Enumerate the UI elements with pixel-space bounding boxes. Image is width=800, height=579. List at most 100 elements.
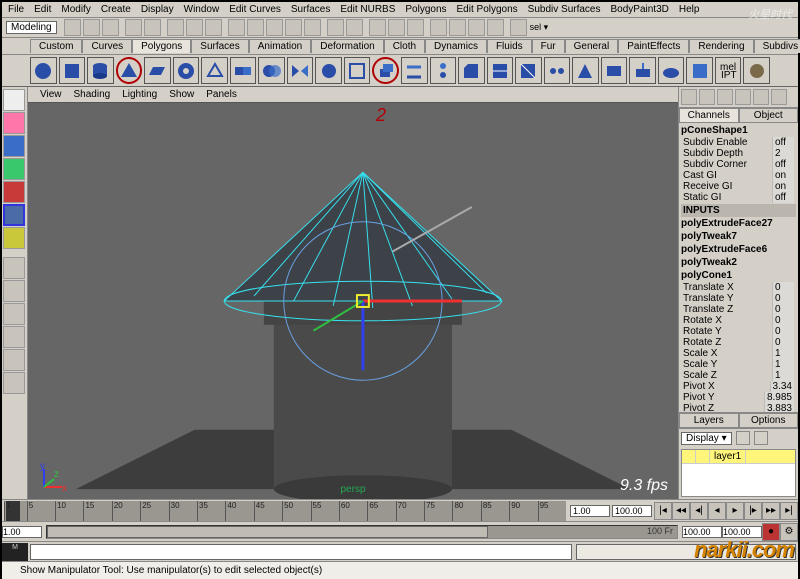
attr-subdiv-corner[interactable]: Subdiv Corner (683, 159, 747, 170)
poly-prism-icon[interactable] (201, 57, 228, 84)
two-v-pane-icon[interactable] (3, 303, 25, 325)
tab-object[interactable]: Object (739, 108, 799, 123)
shelf-tab-subdivs[interactable]: Subdivs (754, 39, 800, 53)
poly-cut-icon[interactable] (515, 57, 542, 84)
xf-ty[interactable]: Translate Y (683, 293, 734, 304)
range-out-start[interactable] (682, 526, 722, 538)
snap-grid-icon[interactable] (228, 19, 245, 36)
xf-sy[interactable]: Scale Y (683, 359, 717, 370)
snap-plane-icon[interactable] (285, 19, 302, 36)
menu-surfaces[interactable]: Surfaces (291, 4, 330, 15)
xf-px[interactable]: Pivot X (683, 381, 715, 392)
xf-sz[interactable]: Scale Z (683, 370, 717, 381)
range-min-field[interactable] (2, 526, 42, 538)
cb-icon-5[interactable] (753, 89, 769, 105)
select-comp-icon[interactable] (186, 19, 203, 36)
ipr-icon[interactable] (388, 19, 405, 36)
input-node-2[interactable]: polyExtrudeFace6 (681, 243, 796, 256)
history-on-icon[interactable] (327, 19, 344, 36)
lasso-tool-icon[interactable] (3, 112, 25, 134)
attr-cast-gi[interactable]: Cast GI (683, 170, 717, 181)
xf-ty-val[interactable]: 0 (772, 293, 794, 304)
layer-vis-toggle[interactable] (682, 450, 696, 463)
xf-pz[interactable]: Pivot Z (683, 403, 714, 412)
cb-icon-3[interactable] (717, 89, 733, 105)
menu-polygons[interactable]: Polygons (405, 4, 446, 15)
single-pane-icon[interactable] (3, 257, 25, 279)
poly-cube-icon[interactable] (59, 57, 86, 84)
snap-curve-icon[interactable] (247, 19, 264, 36)
xf-ry[interactable]: Rotate Y (683, 326, 722, 337)
tab-layers[interactable]: Layers (679, 413, 739, 428)
history-off-icon[interactable] (346, 19, 363, 36)
new-layer-sel-icon[interactable] (754, 431, 768, 445)
input-node-0[interactable]: polyExtrudeFace27 (681, 217, 796, 230)
menu-edit-polygons[interactable]: Edit Polygons (457, 4, 518, 15)
open-scene-icon[interactable] (83, 19, 100, 36)
custom-shelf-icon[interactable] (743, 57, 770, 84)
menu-modify[interactable]: Modify (61, 4, 90, 15)
cb-icon-4[interactable] (735, 89, 751, 105)
shelf-tab-custom[interactable]: Custom (30, 39, 82, 53)
attr-recv-gi[interactable]: Receive GI (683, 181, 732, 192)
poly-torus-icon[interactable] (173, 57, 200, 84)
time-end-field[interactable] (612, 505, 652, 517)
menu-edit[interactable]: Edit (34, 4, 51, 15)
command-input[interactable] (30, 544, 572, 560)
cb-icon-1[interactable] (681, 89, 697, 105)
vp-show[interactable]: Show (169, 89, 194, 100)
poly-flip-icon[interactable] (601, 57, 628, 84)
redo-icon[interactable] (144, 19, 161, 36)
xf-tz[interactable]: Translate Z (683, 304, 733, 315)
xf-py-val[interactable]: 8.985 (764, 392, 794, 403)
attr-subdiv-corner-val[interactable]: off (772, 159, 794, 170)
show-manip-tool-icon[interactable] (3, 204, 25, 226)
mel-ipt-icon[interactable]: melIPT (715, 57, 742, 84)
xf-tx[interactable]: Translate X (683, 282, 734, 293)
vp-view[interactable]: View (40, 89, 62, 100)
cb-icon-2[interactable] (699, 89, 715, 105)
outliner-layout-icon[interactable] (3, 372, 25, 394)
poly-booleans-icon[interactable] (258, 57, 285, 84)
go-end-icon[interactable]: ▸| (780, 502, 798, 520)
xf-sx[interactable]: Scale X (683, 348, 717, 359)
poly-sculpt-icon[interactable] (658, 57, 685, 84)
pref-icon[interactable]: ⚙ (780, 523, 798, 541)
shelf-tab-general[interactable]: General (565, 39, 619, 53)
poly-collapse-icon[interactable] (572, 57, 599, 84)
shelf-tab-curves[interactable]: Curves (82, 39, 132, 53)
mode-dropdown[interactable]: Modeling (6, 21, 57, 34)
four-pane-icon[interactable] (3, 280, 25, 302)
xf-rz[interactable]: Rotate Z (683, 337, 721, 348)
input-node-1[interactable]: polyTweak7 (681, 230, 796, 243)
poly-split-icon[interactable] (487, 57, 514, 84)
snap-point-icon[interactable] (266, 19, 283, 36)
poly-extrude-face-icon[interactable] (372, 57, 399, 84)
shelf-tab-surfaces[interactable]: Surfaces (191, 39, 248, 53)
cb-icon-6[interactable] (771, 89, 787, 105)
next-key-icon[interactable]: |▸ (744, 502, 762, 520)
select-mode-label[interactable]: sel ▾ (530, 22, 549, 33)
menu-file[interactable]: File (8, 4, 24, 15)
poly-smoothproxy-icon[interactable] (344, 57, 371, 84)
menu-subdiv[interactable]: Subdiv Surfaces (528, 4, 601, 15)
tab-channels[interactable]: Channels (679, 108, 739, 123)
time-track[interactable]: 1510152025303540455055606570758085909510… (4, 501, 566, 521)
xf-sx-val[interactable]: 1 (772, 348, 794, 359)
time-start-field[interactable] (570, 505, 610, 517)
input-node-4[interactable]: polyCone1 (681, 269, 796, 282)
xf-tz-val[interactable]: 0 (772, 304, 794, 315)
shelf-tab-cloth[interactable]: Cloth (384, 39, 425, 53)
input-node-3[interactable]: polyTweak2 (681, 256, 796, 269)
attr-subdiv-depth[interactable]: Subdiv Depth (683, 148, 743, 159)
poly-bevel-icon[interactable] (458, 57, 485, 84)
graph-up-icon[interactable] (468, 19, 485, 36)
render-icon[interactable] (369, 19, 386, 36)
menu-edit-curves[interactable]: Edit Curves (229, 4, 281, 15)
last-tool-icon[interactable] (3, 227, 25, 249)
graph-down-icon[interactable] (487, 19, 504, 36)
attr-recv-gi-val[interactable]: on (772, 181, 794, 192)
new-layer-icon[interactable] (736, 431, 750, 445)
xf-tx-val[interactable]: 0 (772, 282, 794, 293)
xf-sz-val[interactable]: 1 (772, 370, 794, 381)
